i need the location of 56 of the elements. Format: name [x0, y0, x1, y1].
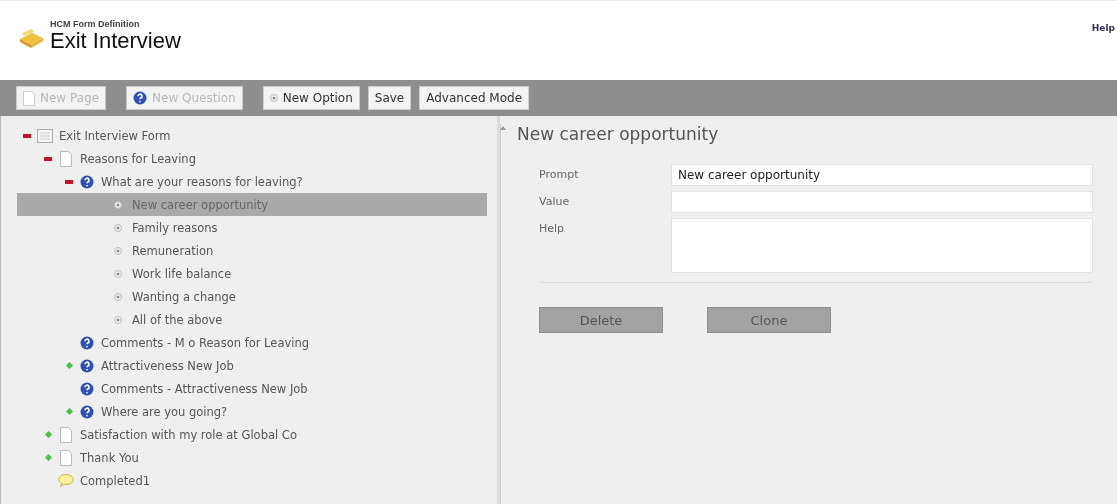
- tree-item[interactable]: Where are you going?: [17, 400, 487, 423]
- expand-icon[interactable]: [44, 454, 52, 461]
- question-icon: [133, 91, 148, 105]
- tree-item[interactable]: Work life balance: [17, 262, 487, 285]
- tree-item[interactable]: Family reasons: [17, 216, 487, 239]
- radio-icon: [114, 200, 122, 209]
- tree-item[interactable]: Attractiveness New Job: [17, 354, 487, 377]
- expand-icon[interactable]: [65, 362, 73, 369]
- radio-icon: [114, 292, 122, 301]
- tree-item[interactable]: Satisfaction with my role at Global Co: [17, 423, 487, 446]
- form-icon: [37, 128, 53, 143]
- question-icon: [80, 174, 94, 189]
- expand-icon[interactable]: [44, 431, 52, 438]
- tree-item[interactable]: Comments - M o Reason for Leaving: [17, 331, 487, 354]
- app-subtitle: HCM Form Definition: [50, 19, 141, 29]
- field-label: Value: [539, 194, 571, 210]
- page-icon: [23, 90, 35, 106]
- radio-icon: [114, 269, 122, 278]
- tree-item[interactable]: Comments - Attractiveness New Job: [17, 377, 487, 400]
- collapse-icon[interactable]: [23, 133, 31, 138]
- field-label: Help: [539, 221, 566, 237]
- tree-item[interactable]: Reasons for Leaving: [17, 147, 487, 170]
- tree-item[interactable]: What are your reasons for leaving?: [17, 170, 487, 193]
- question-icon: [80, 404, 94, 419]
- field-label: Prompt: [539, 167, 580, 183]
- collapse-icon[interactable]: [65, 179, 73, 184]
- question-icon: [80, 381, 94, 396]
- tree-item[interactable]: Thank You: [17, 446, 487, 469]
- page-icon: [60, 426, 72, 443]
- help-link[interactable]: Help: [1091, 23, 1117, 33]
- tree-item[interactable]: All of the above: [17, 308, 487, 331]
- input-field[interactable]: New career opportunity: [671, 164, 1093, 186]
- tree-item[interactable]: Wanting a change: [17, 285, 487, 308]
- radio-icon: [114, 246, 122, 255]
- tree-item[interactable]: Exit Interview Form: [17, 124, 487, 147]
- page-icon: [60, 150, 72, 167]
- question-icon: [80, 358, 94, 373]
- input-field[interactable]: [671, 191, 1093, 213]
- radio-icon: [269, 94, 278, 102]
- speech-bubble-icon: [58, 474, 74, 487]
- tree-item[interactable]: Remuneration: [17, 239, 487, 262]
- page-title: Exit Interview: [50, 29, 181, 54]
- expand-icon[interactable]: [65, 408, 73, 415]
- toolbar-button[interactable]: Advanced Mode: [419, 86, 530, 110]
- radio-icon: [114, 223, 122, 232]
- toolbar-button[interactable]: New Option: [262, 86, 360, 110]
- text-area[interactable]: [671, 218, 1093, 273]
- collapse-icon[interactable]: [44, 156, 52, 161]
- toolbar-button[interactable]: Save: [367, 86, 412, 110]
- radio-icon: [114, 315, 122, 324]
- page-icon: [60, 449, 72, 466]
- tree-item[interactable]: Completed1: [17, 469, 487, 492]
- books-icon: [18, 27, 44, 49]
- caret-icon[interactable]: [500, 126, 506, 130]
- detail-title: New career opportunity: [517, 124, 719, 144]
- question-icon: [80, 335, 94, 350]
